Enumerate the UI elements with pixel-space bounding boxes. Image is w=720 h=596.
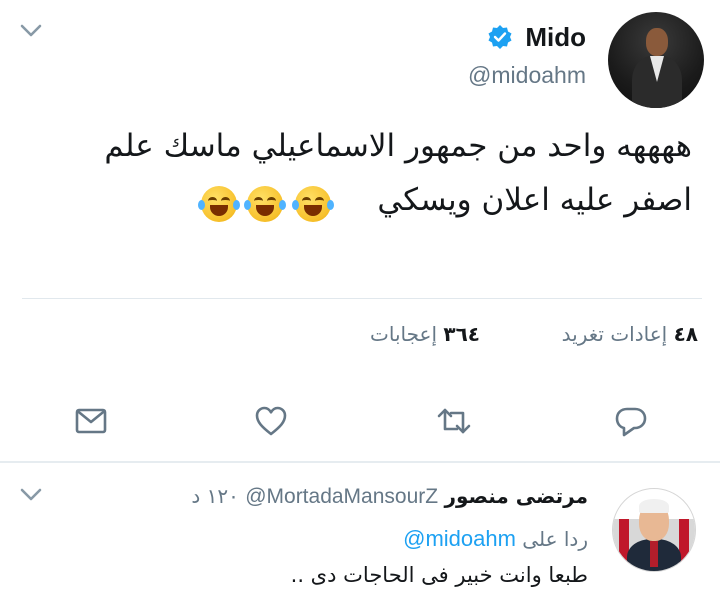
retweets-label: إعادات تغريد — [561, 322, 668, 346]
author-handle[interactable]: @midoahm — [468, 62, 586, 89]
divider — [22, 298, 702, 299]
tears-of-joy-emoji-icon — [244, 186, 286, 222]
replying-to-label: ردا على — [522, 527, 588, 551]
tweet-text-line-1: ههههه واحد من جمهور الاسماعيلي ماسك علم — [104, 128, 692, 164]
reply-author-handle[interactable]: @MortadaMansourZ — [245, 485, 438, 508]
retweets-stat[interactable]: ٤٨ إعادات تغريد — [562, 322, 698, 346]
reply-icon — [615, 407, 647, 437]
envelope-icon — [75, 408, 107, 434]
reply-button[interactable] — [612, 402, 650, 440]
verified-badge-icon — [487, 24, 513, 50]
tweet-text-line-2: اصفر عليه اعلان ويسكي — [377, 182, 692, 218]
retweet-icon — [437, 408, 471, 434]
reply-avatar[interactable] — [612, 488, 696, 572]
reply-header: مرتضى منصور @MortadaMansourZ ١٢٠ د — [191, 484, 588, 509]
chevron-down-icon[interactable] — [20, 24, 42, 38]
tweet-separator — [0, 461, 720, 463]
replying-to: ردا على @midoahm — [403, 526, 588, 552]
like-button[interactable] — [252, 402, 290, 440]
retweet-button[interactable] — [435, 402, 473, 440]
reply-text: طبعا وانت خبير فى الحاجات دى .. — [290, 563, 588, 587]
direct-message-button[interactable] — [72, 402, 110, 440]
likes-stat[interactable]: ٣٦٤ إعجابات — [370, 322, 480, 346]
replying-to-handle-link[interactable]: @midoahm — [403, 526, 516, 551]
chevron-down-icon[interactable] — [20, 488, 42, 502]
avatar[interactable] — [608, 12, 704, 108]
reply-author-name[interactable]: مرتضى منصور — [444, 484, 588, 508]
likes-count: ٣٦٤ — [443, 322, 480, 346]
likes-label: إعجابات — [370, 322, 438, 346]
tears-of-joy-emoji-icon — [198, 186, 240, 222]
retweets-count: ٤٨ — [673, 322, 698, 346]
heart-icon — [255, 406, 287, 436]
author-name[interactable]: Mido — [525, 22, 586, 53]
reply-timestamp[interactable]: ١٢٠ د — [191, 484, 239, 508]
tears-of-joy-emoji-icon — [292, 186, 334, 222]
